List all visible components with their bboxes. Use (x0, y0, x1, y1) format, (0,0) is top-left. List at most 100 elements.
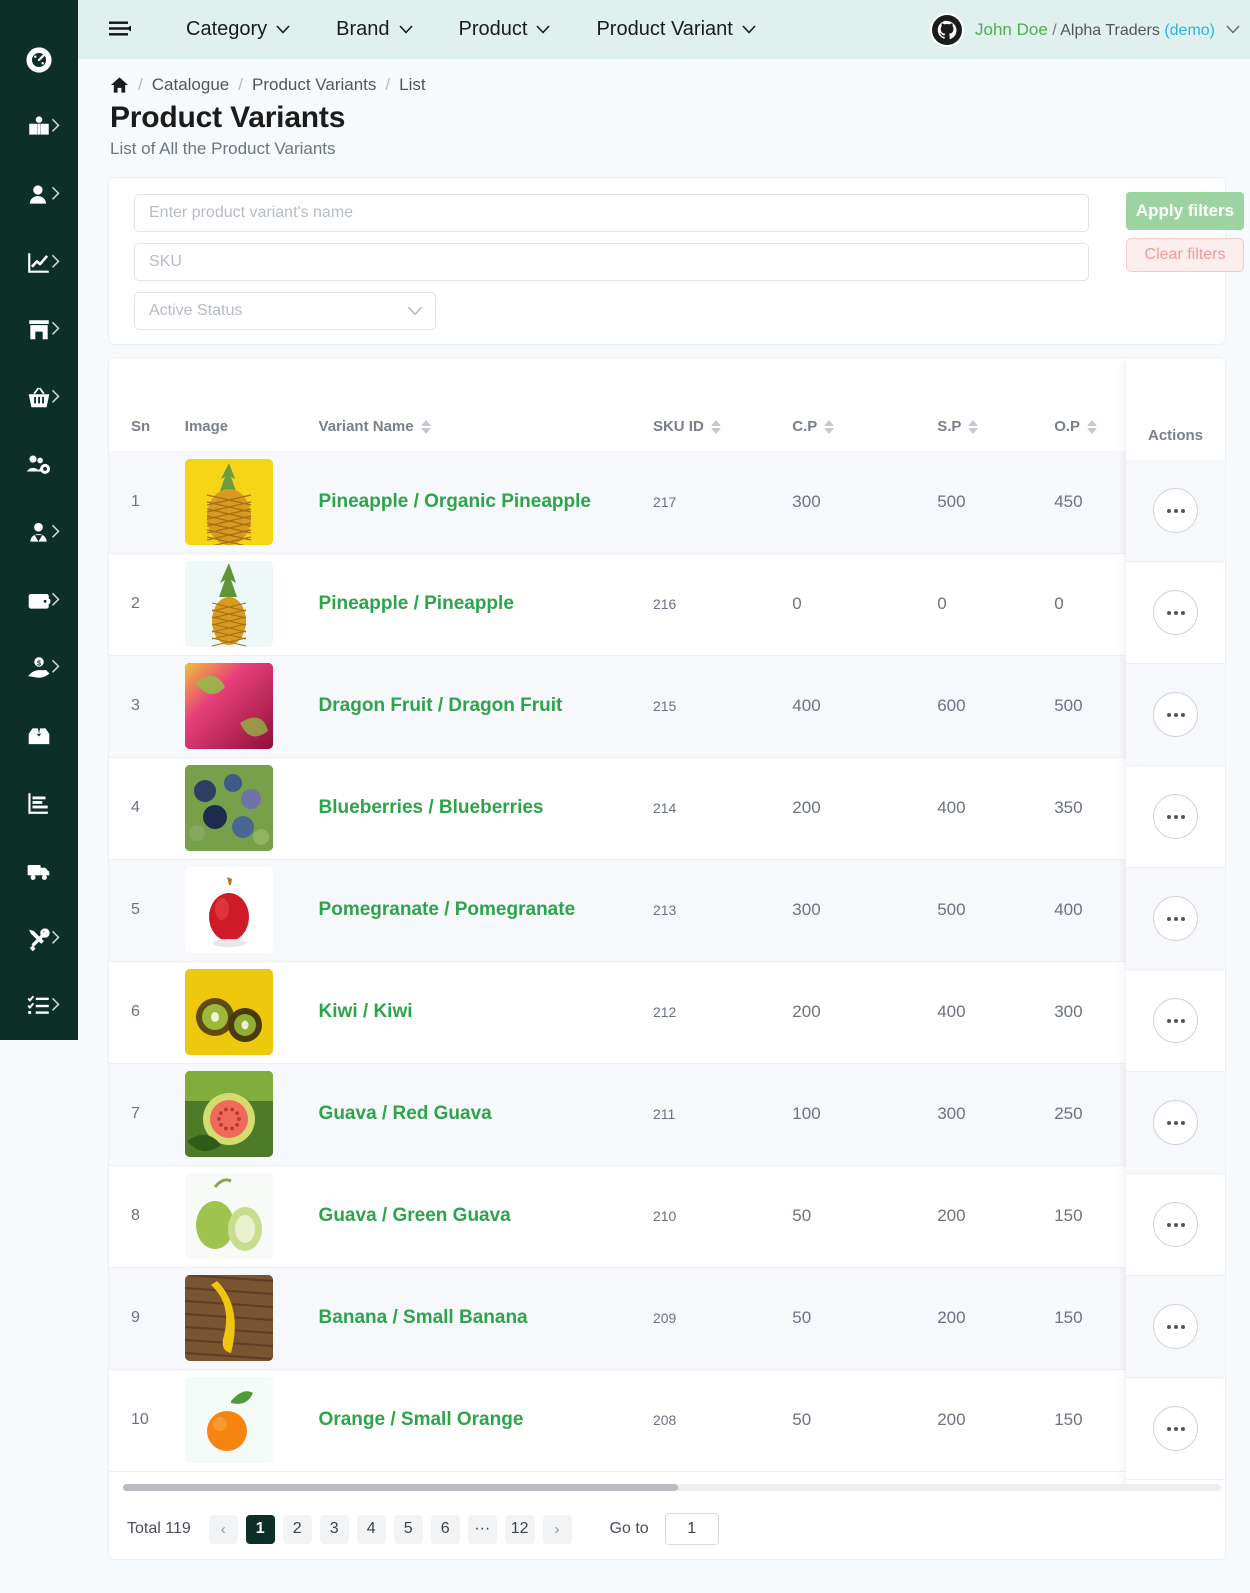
pagination-page[interactable]: 12 (504, 1514, 535, 1544)
variant-name-link[interactable]: Dragon Fruit / Dragon Fruit (319, 693, 653, 719)
cell-sp: 400 (937, 757, 1055, 860)
sidebar-item-sales[interactable] (0, 229, 78, 297)
variant-name-link[interactable]: Guava / Red Guava (319, 1101, 653, 1127)
pagination-next-button[interactable]: › (542, 1514, 572, 1544)
sort-icon[interactable] (968, 419, 979, 434)
col-sn: Sn (109, 358, 185, 451)
pagination-goto-label: Go to (609, 1520, 649, 1537)
col-sku-id[interactable]: SKU ID (652, 358, 793, 451)
table-row[interactable]: 3 Dragon Fruit / Dragon Fruit 215 400 600 500… (109, 655, 1225, 758)
cell-sku-id: 212 (652, 961, 793, 1064)
table-row[interactable]: 1 Pineapple / Organic Pineapple 217 300 500 4… (109, 451, 1225, 554)
store-icon (29, 320, 49, 340)
sort-icon[interactable] (710, 419, 721, 434)
nav-product-variant[interactable]: Product Variant (596, 18, 756, 41)
variant-name-link[interactable]: Blueberries / Blueberries (319, 795, 653, 821)
sidebar-item-suppliers[interactable] (0, 499, 78, 567)
active-status-select[interactable]: Active Status (134, 292, 436, 330)
cell-op: 0 (1054, 553, 1166, 656)
pagination-page[interactable]: 6 (430, 1514, 460, 1544)
variant-name-link[interactable]: Kiwi / Kiwi (319, 999, 653, 1025)
nav-brand[interactable]: Brand (336, 18, 413, 41)
sort-icon[interactable] (824, 419, 835, 434)
table-scroll-region[interactable]: Sn Image Variant Name SKU ID C.P S.P O.P… (109, 358, 1225, 1493)
table-row[interactable]: 8 Guava / Green Guava 210 50 200 150 100 (109, 1165, 1225, 1268)
cell-w: 100 (1165, 1369, 1225, 1472)
table-row[interactable]: 9 Banana / Small Banana 209 50 200 150 100 (109, 1267, 1225, 1370)
cell-op: 150 (1054, 1165, 1166, 1268)
sidebar-item-customers[interactable] (0, 161, 78, 229)
cell-sn: 4 (109, 757, 185, 860)
pagination-page[interactable]: 3 (319, 1514, 349, 1544)
variant-name-link[interactable]: Guava / Green Guava (319, 1203, 653, 1229)
sort-icon[interactable] (420, 419, 431, 434)
cell-sku-id: 216 (652, 553, 793, 656)
variant-name-input[interactable]: Enter product variant's name (134, 194, 1089, 232)
col-sp[interactable]: S.P (937, 358, 1055, 451)
table-row[interactable]: 7 Guava / Red Guava 211 100 300 250 200 (109, 1063, 1225, 1166)
variant-thumbnail (184, 663, 273, 749)
sidebar-item-payouts[interactable]: $ (0, 634, 78, 702)
cell-sku-id: 211 (652, 1063, 793, 1166)
table-row[interactable]: 5 Pomegranate / Pomegranate 213 300 500 400 35… (109, 859, 1225, 962)
col-image-label: Image (184, 418, 229, 435)
table-row[interactable]: 6 Kiwi / Kiwi 212 200 400 300 250 (109, 961, 1225, 1064)
table-row[interactable]: 4 Blueberries / Blueberries 214 200 400 350 30… (109, 757, 1225, 860)
breadcrumb-separator: / (138, 75, 143, 94)
variant-name-link[interactable]: Pineapple / Pineapple (319, 591, 653, 617)
breadcrumb-item-list[interactable]: List (399, 75, 425, 95)
sidebar-item-stores[interactable] (0, 296, 78, 364)
sidebar-item-wallet[interactable] (0, 567, 78, 635)
sidebar-item-tasks[interactable] (0, 972, 78, 1040)
sidebar-item-user-management[interactable] (0, 432, 78, 500)
nav-category[interactable]: Category (186, 18, 290, 41)
nav-product-label: Product (458, 18, 528, 40)
cell-w: 400 (1165, 451, 1225, 554)
breadcrumb-item-catalogue[interactable]: Catalogue (152, 75, 230, 95)
nav-product[interactable]: Product (459, 18, 551, 41)
table-row[interactable]: 2 Pineapple / Pineapple 216 0 0 0 0 (109, 553, 1225, 656)
sku-input[interactable]: SKU (134, 243, 1089, 281)
collapse-menu-icon[interactable] (100, 10, 140, 50)
variant-name-link[interactable]: Pomegranate / Pomegranate (319, 897, 653, 923)
pagination-page-active[interactable]: 1 (245, 1514, 275, 1544)
scrollbar-thumb[interactable] (123, 1484, 678, 1491)
col-variant-name[interactable]: Variant Name (318, 358, 653, 451)
variant-name-link[interactable]: Orange / Small Orange (319, 1407, 653, 1433)
clear-filters-button[interactable]: Clear filters (1126, 238, 1244, 272)
sort-icon[interactable] (1087, 419, 1098, 434)
cell-sku-id: 213 (652, 859, 793, 962)
sidebar-item-delivery[interactable] (0, 837, 78, 905)
apply-filters-button[interactable]: Apply filters (1126, 192, 1244, 230)
chevron-down-icon (407, 306, 423, 316)
table-row[interactable]: 10 Orange / Small Orange 208 50 200 150 100 (109, 1369, 1225, 1472)
pagination-page[interactable]: 4 (356, 1514, 386, 1544)
pagination-prev-button[interactable]: ‹ (208, 1514, 238, 1544)
pagination-page[interactable]: 5 (393, 1514, 423, 1544)
cell-w: 100 (1165, 1165, 1225, 1268)
sidebar-item-dashboard[interactable] (0, 26, 78, 94)
cell-variant-name: Pineapple / Organic Pineapple (318, 451, 653, 554)
variant-name-link[interactable]: Banana / Small Banana (319, 1305, 653, 1331)
horizontal-scrollbar[interactable] (123, 1484, 1221, 1491)
col-w: W. (1165, 358, 1225, 451)
pagination-goto-input[interactable]: 1 (664, 1513, 719, 1545)
user-menu[interactable]: John Doe / Alpha Traders (demo) (930, 12, 1250, 47)
svg-text:$: $ (37, 660, 41, 668)
sidebar-item-settings[interactable] (0, 905, 78, 973)
sidebar-item-inventory[interactable] (0, 702, 78, 770)
cell-variant-name: Guava / Red Guava (318, 1063, 653, 1166)
variant-name-link[interactable]: Pineapple / Organic Pineapple (319, 489, 653, 515)
cell-w: 0 (1165, 553, 1225, 656)
sidebar-item-purchases[interactable] (0, 364, 78, 432)
breadcrumb-item-product-variants[interactable]: Product Variants (252, 75, 376, 95)
pagination-page[interactable]: ··· (467, 1514, 497, 1544)
breadcrumb-separator: / (385, 75, 391, 94)
sidebar-item-catalogue[interactable] (0, 94, 78, 162)
col-cp[interactable]: C.P (792, 358, 938, 451)
col-op[interactable]: O.P (1054, 358, 1166, 451)
github-avatar-icon (930, 12, 964, 47)
pagination-page[interactable]: 2 (282, 1514, 312, 1544)
sidebar-item-reports[interactable] (0, 770, 78, 838)
home-icon[interactable] (110, 76, 129, 94)
